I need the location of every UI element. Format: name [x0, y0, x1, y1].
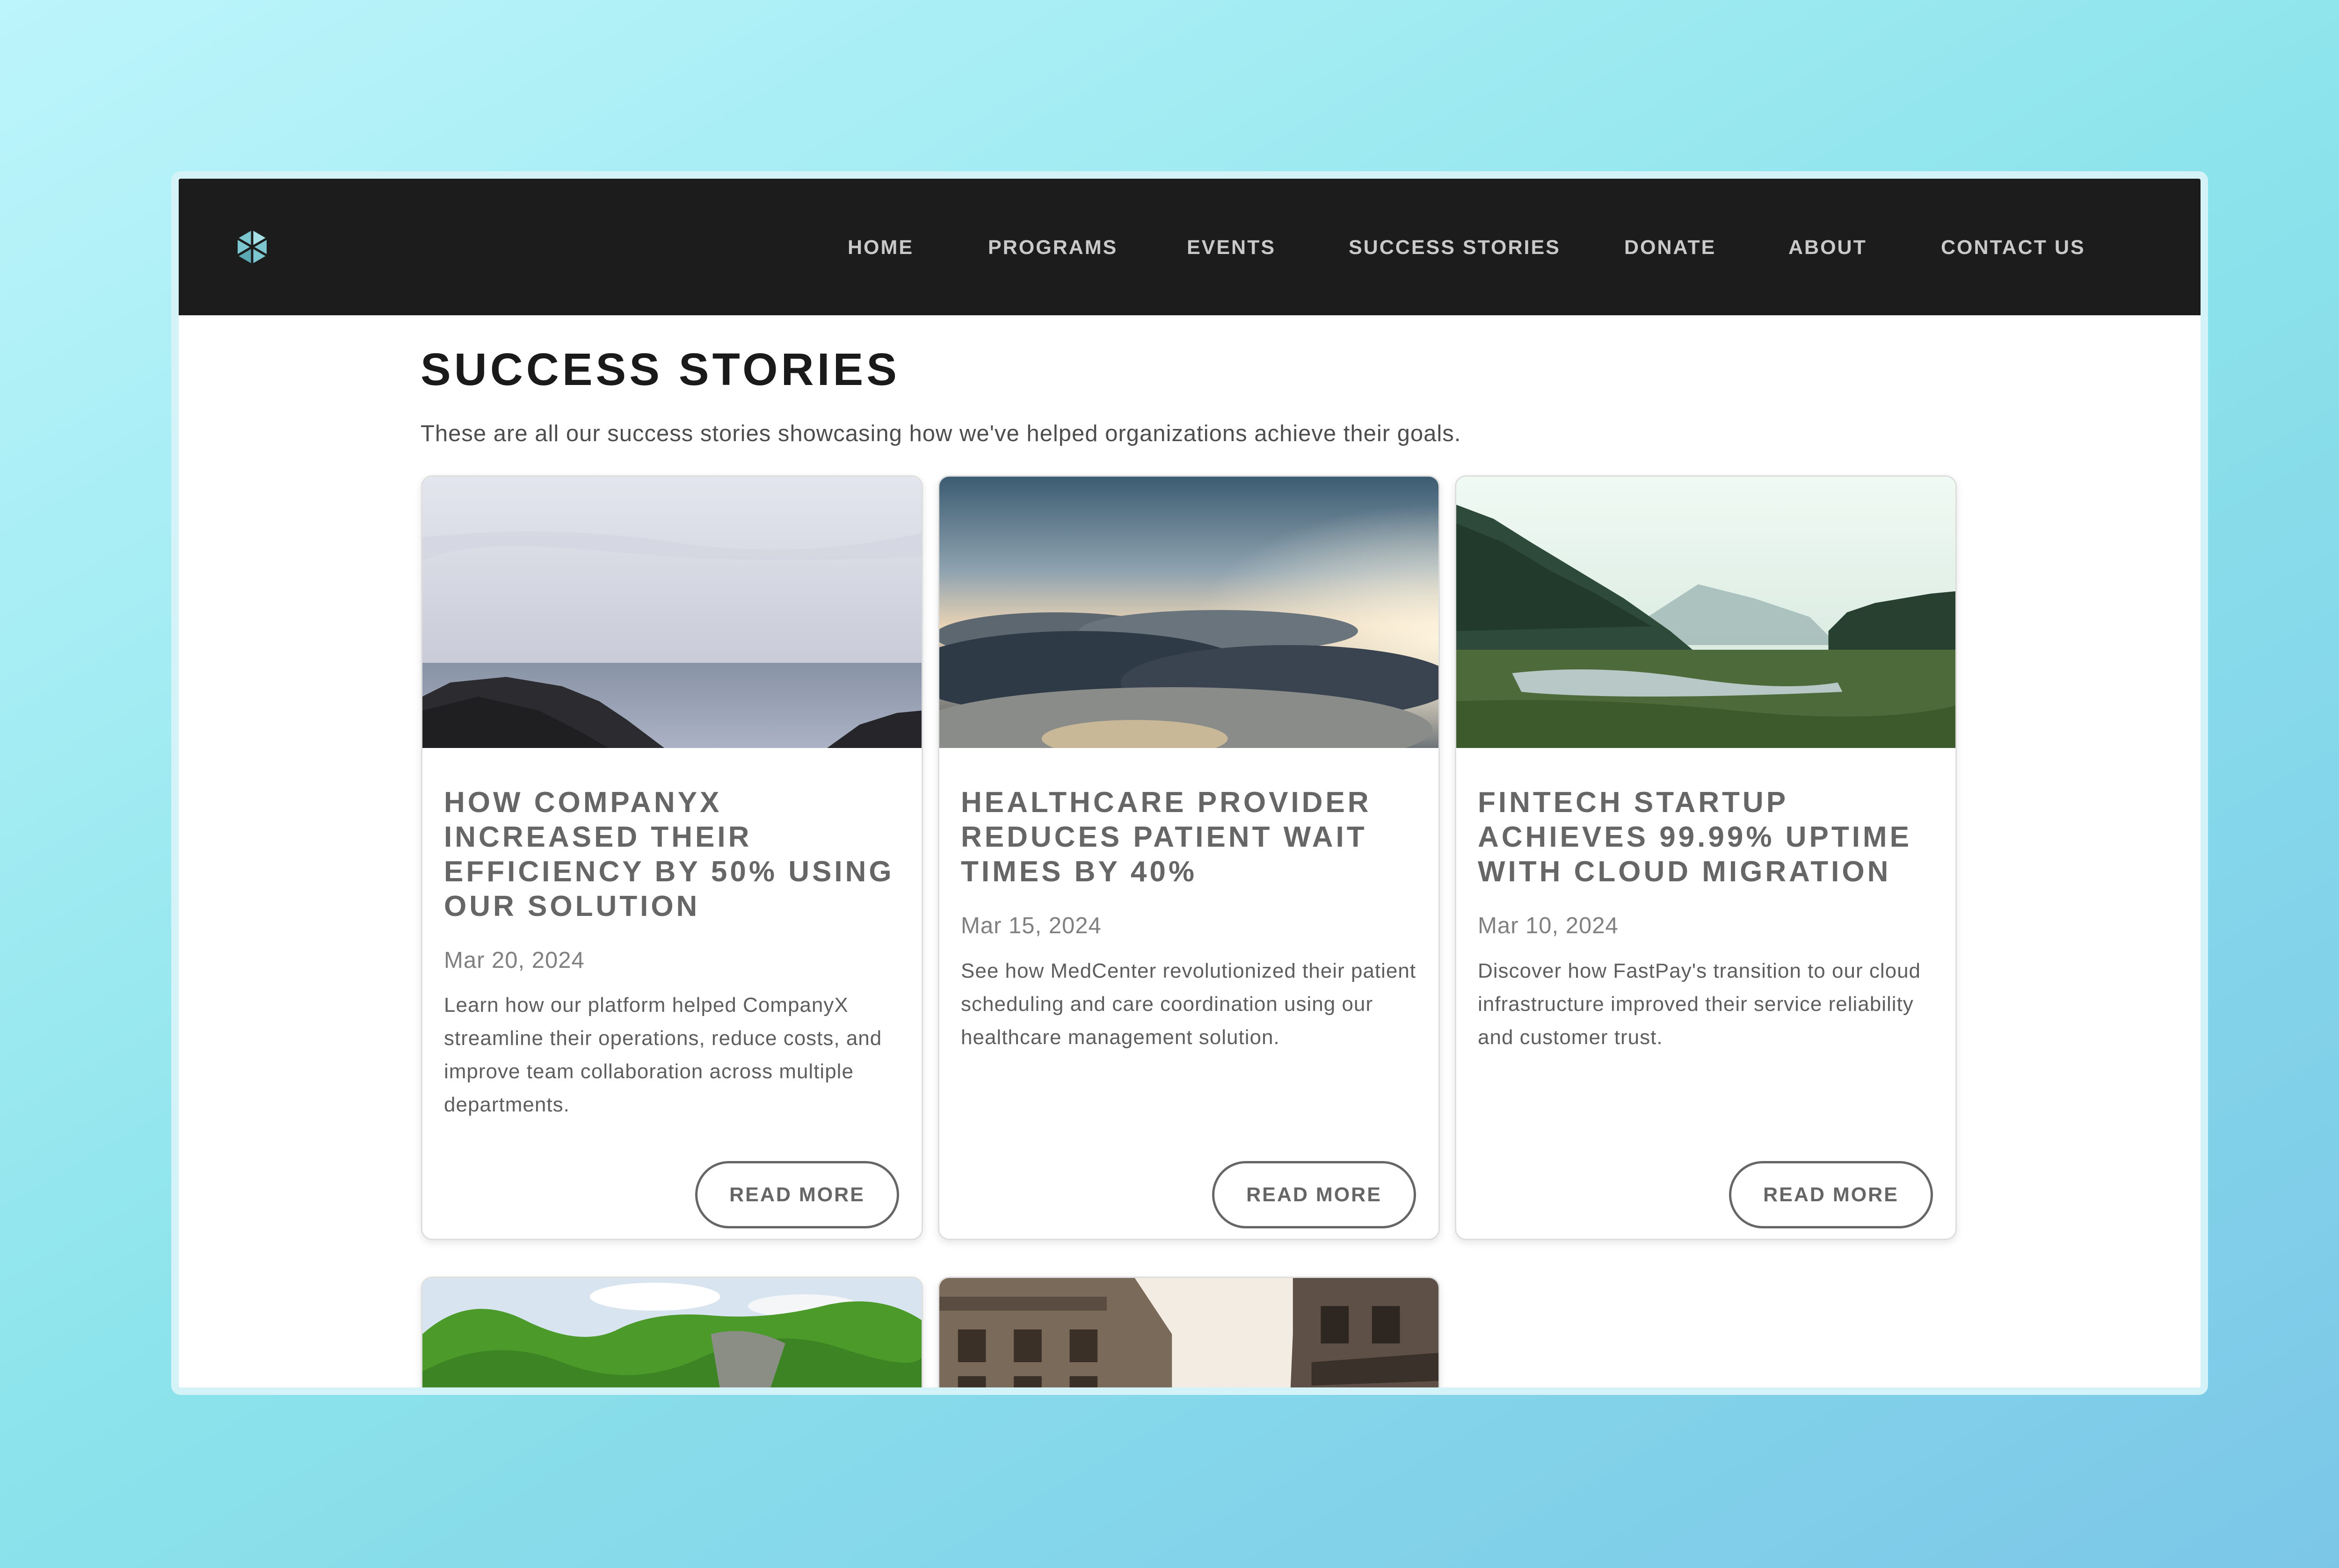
green-trees-image[interactable] [422, 1278, 922, 1387]
nav-about[interactable]: ABOUT [1788, 233, 1867, 261]
navbar: HOME PROGRAMS EVENTS SUCCESS STORIES DON… [179, 179, 2201, 315]
story-card [938, 1277, 1440, 1387]
read-more-button[interactable]: READ MORE [695, 1161, 899, 1228]
nav-contact-us[interactable]: CONTACT US [1941, 233, 2085, 261]
nav-success-stories[interactable]: SUCCESS STORIES [1349, 233, 1561, 261]
card-date: Mar 20, 2024 [444, 948, 585, 973]
card-excerpt: See how MedCenter revolutionized their p… [961, 959, 1416, 1049]
story-card: FINTECH STARTUP ACHIEVES 99.99% UPTIME W… [1455, 475, 1957, 1240]
hexagon-logo-icon[interactable] [233, 228, 271, 266]
nav-events[interactable]: EVENTS [1187, 233, 1276, 261]
city-street-image[interactable] [939, 1278, 1438, 1387]
card-excerpt: Learn how our platform helped CompanyX s… [444, 994, 882, 1116]
story-card: HOW COMPANYX INCREASED THEIR EFFICIENCY … [421, 475, 923, 1240]
nav-donate[interactable]: DONATE [1624, 233, 1716, 261]
story-card: HEALTHCARE PROVIDER REDUCES PATIENT WAIT… [938, 475, 1440, 1240]
browser-window: HOME PROGRAMS EVENTS SUCCESS STORIES DON… [171, 171, 2208, 1395]
page-description: These are all our success stories showca… [421, 421, 1461, 446]
clouds-sunrise-image[interactable] [939, 477, 1438, 748]
nav-programs[interactable]: PROGRAMS [988, 233, 1118, 261]
page-title: SUCCESS STORIES [421, 344, 900, 395]
nav-home[interactable]: HOME [848, 233, 914, 261]
forest-river-image[interactable] [1456, 477, 1955, 748]
read-more-button[interactable]: READ MORE [1729, 1161, 1933, 1228]
card-title[interactable]: FINTECH STARTUP ACHIEVES 99.99% UPTIME W… [1478, 785, 1941, 889]
card-date: Mar 10, 2024 [1478, 913, 1619, 938]
card-excerpt: Discover how FastPay's transition to our… [1478, 959, 1921, 1049]
read-more-button[interactable]: READ MORE [1212, 1161, 1416, 1228]
card-title[interactable]: HOW COMPANYX INCREASED THEIR EFFICIENCY … [444, 785, 907, 924]
coastline-image[interactable] [422, 477, 922, 748]
card-date: Mar 15, 2024 [961, 913, 1102, 938]
story-card [421, 1277, 923, 1387]
card-title[interactable]: HEALTHCARE PROVIDER REDUCES PATIENT WAIT… [961, 785, 1424, 889]
